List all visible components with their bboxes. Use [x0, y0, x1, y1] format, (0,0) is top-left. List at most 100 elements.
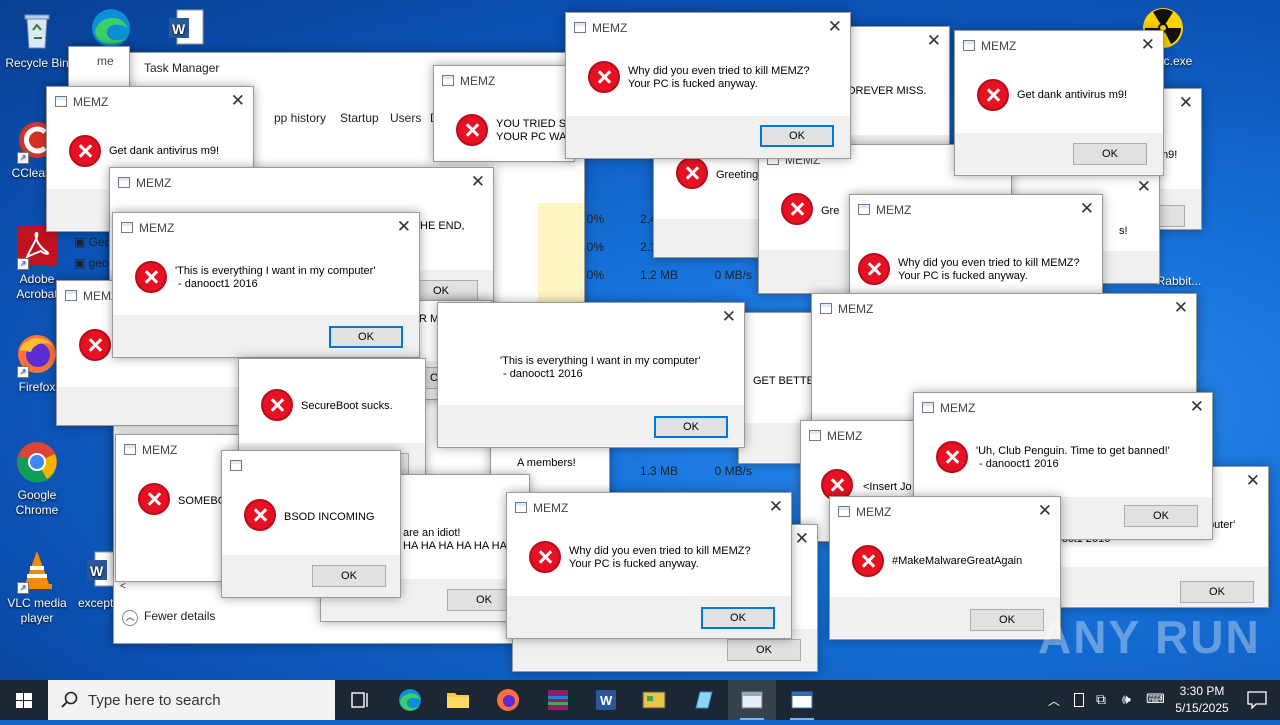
fewer-details-button[interactable]: ︿ Fewer details [122, 609, 215, 626]
close-icon[interactable]: ✕ [1179, 94, 1193, 111]
folder-icon [447, 693, 469, 708]
winrar-icon [548, 690, 568, 710]
close-icon[interactable]: ✕ [795, 530, 809, 547]
error-icon [936, 441, 968, 473]
taskbar-firefox[interactable] [484, 680, 532, 720]
close-icon[interactable]: ✕ [1141, 36, 1155, 53]
error-icon [676, 157, 708, 189]
desktop-icon-google-chrome[interactable]: Google Chrome [0, 440, 74, 518]
dialog-message: A members! [517, 457, 576, 469]
memz-dialog[interactable]: MEMZ ✕ #MakeMalwareGreatAgain OK [829, 496, 1061, 640]
memz-dialog[interactable]: BSOD INCOMING OK [221, 450, 401, 598]
task-view-button[interactable] [336, 680, 384, 720]
close-icon[interactable]: ✕ [1246, 472, 1260, 489]
taskbar-task-manager[interactable] [778, 680, 826, 720]
window-icon [515, 502, 527, 513]
edge-icon [399, 689, 421, 711]
speaker-icon[interactable]: 🕪 [1122, 691, 1131, 708]
ok-button[interactable]: OK [760, 125, 834, 147]
taskbar-app-yellow[interactable] [630, 680, 678, 720]
close-icon[interactable]: ✕ [1137, 178, 1151, 195]
process-row[interactable]: ▣ geo [74, 256, 109, 270]
error-icon [977, 79, 1009, 111]
memz-dialog[interactable]: MEMZ YOU TRIED SO YOUR PC WAS [433, 65, 575, 162]
dialog-message: Why did you even tried to kill MEMZ? You… [628, 65, 810, 90]
windows-logo-icon [16, 693, 32, 708]
dialog-message: <Insert Jo [863, 481, 912, 493]
desktop-icon-word[interactable]: W [148, 6, 222, 54]
memz-dialog[interactable]: MEMZ ✕ Why did you even tried to kill MEM… [506, 492, 792, 639]
search-box[interactable]: Type here to search [48, 680, 335, 720]
fewer-details-label: Fewer details [144, 609, 216, 623]
close-icon[interactable]: ✕ [397, 218, 411, 235]
memz-dialog[interactable]: ✕ OREVER MISS. [840, 26, 950, 158]
close-icon[interactable]: ✕ [769, 498, 783, 515]
window-icon [574, 22, 586, 33]
close-icon[interactable]: ✕ [828, 18, 842, 35]
search-icon [61, 691, 78, 708]
ok-button[interactable]: OK [329, 326, 403, 348]
word-document-icon: W [163, 6, 207, 50]
battery-icon[interactable] [1074, 693, 1084, 707]
clock-date[interactable]: 5/15/2025 [1170, 701, 1234, 715]
error-icon [456, 114, 488, 146]
window-icon [963, 40, 975, 51]
error-icon [858, 253, 890, 285]
ok-button[interactable]: OK [701, 607, 775, 629]
taskbar-edge[interactable] [386, 680, 434, 720]
shortcut-arrow-icon: ↗ [17, 152, 29, 164]
ok-button[interactable]: OK [1073, 143, 1147, 165]
memz-dialog[interactable]: ✕ 'This is everything I want in my compu… [437, 302, 745, 448]
ok-button[interactable]: OK [1180, 581, 1254, 603]
task-manager-icon [791, 691, 813, 709]
chevron-up-icon: ︿ [122, 610, 138, 626]
start-button[interactable] [0, 680, 48, 720]
close-icon[interactable]: ✕ [471, 173, 485, 190]
svg-text:W: W [172, 21, 186, 37]
close-icon[interactable]: ✕ [1038, 502, 1052, 519]
taskbar-word[interactable]: W [582, 680, 630, 720]
memz-dialog[interactable]: MEMZ ✕ Get dank antivirus m9! OK [954, 30, 1164, 176]
taskbar-memz[interactable] [728, 680, 776, 720]
taskbar-winrar[interactable] [534, 680, 582, 720]
chevron-up-icon[interactable]: ︿ [1048, 692, 1060, 709]
dialog-title: MEMZ [139, 221, 175, 235]
error-icon [529, 541, 561, 573]
desktop-icon-recycle-bin[interactable]: Recycle Bin [0, 8, 74, 71]
window-icon [838, 506, 850, 517]
ok-button[interactable]: OK [970, 609, 1044, 631]
ok-button[interactable]: OK [654, 416, 728, 438]
close-icon[interactable]: ✕ [231, 92, 245, 109]
process-row[interactable]: ▣ Geo [74, 235, 111, 249]
tab-startup[interactable]: Startup [340, 111, 379, 125]
ok-button[interactable]: OK [312, 565, 386, 587]
task-manager-title: Task Manager [144, 61, 220, 75]
tab-app-history[interactable]: pp history [274, 111, 326, 125]
close-icon[interactable]: ✕ [1174, 299, 1188, 316]
dialog-message: #MakeMalwareGreatAgain [892, 555, 1023, 567]
notification-center-button[interactable] [1234, 680, 1280, 720]
process-name: geo [88, 256, 109, 270]
taskbar-app-notepad[interactable] [680, 680, 728, 720]
recycle-bin-icon [15, 8, 59, 52]
clock-time[interactable]: 3:30 PM [1170, 684, 1234, 698]
scroll-left-arrow[interactable]: < [120, 581, 126, 592]
dialog-title: MEMZ [460, 74, 496, 88]
memz-dialog[interactable]: MEMZ ✕ 'This is everything I want in my c… [112, 212, 420, 358]
ok-button[interactable]: OK [1124, 505, 1198, 527]
memz-dialog[interactable]: MEMZ ✕ Why did you even tried to kill MEM… [565, 12, 851, 159]
edge-icon [89, 6, 133, 50]
taskbar-file-explorer[interactable] [434, 680, 482, 720]
notepad-icon [695, 691, 713, 709]
close-icon[interactable]: ✕ [927, 32, 941, 49]
error-icon [588, 61, 620, 93]
close-icon[interactable]: ✕ [1190, 398, 1204, 415]
desktop-icon-vlc[interactable]: ↗ VLC media player [0, 548, 74, 626]
dialog-message: are an idiot! HA HA HA HA HA HA [403, 527, 507, 552]
keyboard-icon[interactable]: ⌨ [1146, 691, 1165, 707]
close-icon[interactable]: ✕ [1080, 200, 1094, 217]
ok-button[interactable]: OK [727, 639, 801, 661]
close-icon[interactable]: ✕ [722, 308, 736, 325]
network-icon[interactable]: ⧉ [1096, 691, 1106, 708]
tab-users[interactable]: Users [390, 111, 421, 125]
